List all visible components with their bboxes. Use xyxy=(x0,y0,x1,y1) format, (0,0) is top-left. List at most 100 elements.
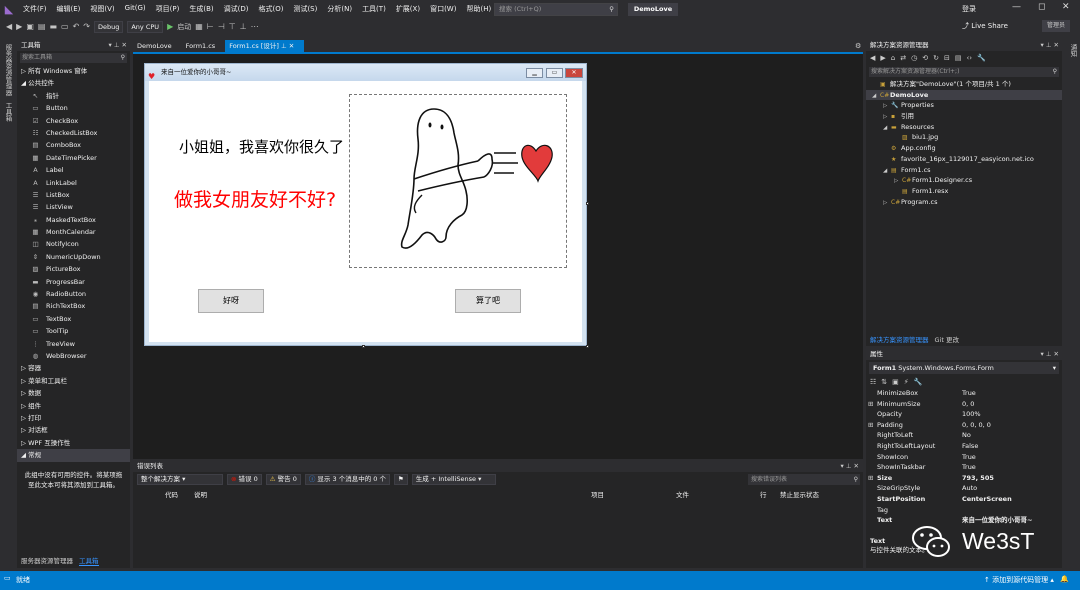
messages-filter-button[interactable]: ⓘ 显示 3 个消息中的 0 个 xyxy=(304,473,390,485)
property-value[interactable]: 793, 505 xyxy=(962,473,994,484)
align-left-icon[interactable]: ⊢ xyxy=(207,22,214,31)
property-row[interactable]: Tag xyxy=(866,505,1062,516)
property-row[interactable]: SizeGripStyle Auto xyxy=(866,483,1062,494)
back-icon[interactable]: ◀ xyxy=(870,54,875,62)
panel-controls-icon[interactable]: ▾ ⊥ ✕ xyxy=(1040,349,1059,360)
close-icon[interactable]: ✕ xyxy=(1062,2,1070,12)
toolbox-item[interactable]: ▦ DateTimePicker xyxy=(17,152,130,164)
column-project[interactable]: 项目 xyxy=(591,489,604,499)
vtab-server-explorer[interactable]: 服务器资源管理器 xyxy=(3,44,13,96)
error-list-search-input[interactable]: 搜索错误列表 ⚲ xyxy=(748,474,860,485)
toolbox-item[interactable]: ▬ ProgressBar xyxy=(17,276,130,288)
menu-item[interactable]: 分析(N) xyxy=(322,4,357,14)
search-input[interactable]: 搜索 (Ctrl+Q) ⚲ xyxy=(494,3,618,16)
form-close-icon[interactable]: ✕ xyxy=(565,68,583,78)
toolbox-item[interactable]: ↖ 指针 xyxy=(17,90,130,102)
toolbox-item[interactable]: ▤ ComboBox xyxy=(17,139,130,151)
menu-item[interactable]: Git(G) xyxy=(120,4,151,14)
property-row[interactable]: ShowIcon True xyxy=(866,452,1062,463)
same-size-icon[interactable]: ⊥ xyxy=(240,22,247,31)
save-all-icon[interactable]: ▭ xyxy=(61,22,69,31)
expand-icon[interactable]: ⊞ xyxy=(868,473,873,484)
properties-view-icon[interactable]: ▣ xyxy=(892,378,899,386)
picture-box[interactable] xyxy=(349,94,567,268)
toolbox-category[interactable]: ◢ 常规 xyxy=(17,449,130,462)
label-confession[interactable]: 小姐姐，我喜欢你很久了 xyxy=(179,136,344,157)
platform-dropdown[interactable]: Any CPU xyxy=(127,20,164,33)
categorized-icon[interactable]: ☷ xyxy=(870,378,876,386)
property-row[interactable]: ShowInTaskbar True xyxy=(866,462,1062,473)
property-value[interactable]: No xyxy=(962,430,971,441)
menu-item[interactable]: 文件(F) xyxy=(18,4,52,14)
toolbox-item[interactable]: ⋮ TreeView xyxy=(17,338,130,350)
form-window[interactable]: ♥ 来自一位爱你的小哥哥~ ▁ ▭ ✕ 小姐姐，我喜欢你很久了 做我女朋友好不好? xyxy=(144,63,587,346)
menu-item[interactable]: 格式(O) xyxy=(253,4,288,14)
forward-icon[interactable]: ▶ xyxy=(16,22,22,31)
toolbox-category[interactable]: ▷ 数据 xyxy=(17,387,130,399)
tree-item[interactable]: ▷ ▪ 引用 xyxy=(866,111,1062,122)
tree-item[interactable]: ▣ 解决方案"DemoLove"(1 个项目/共 1 个) xyxy=(866,79,1062,90)
visual-studio-logo-icon[interactable]: ◣ xyxy=(0,0,18,18)
toolbox-category[interactable]: ▷ 所有 Windows 窗体 xyxy=(17,65,130,77)
build-source-dropdown[interactable]: 生成 + IntelliSense ▾ xyxy=(411,473,496,485)
expand-icon[interactable]: ⊞ xyxy=(868,399,873,410)
menu-item[interactable]: 扩展(X) xyxy=(391,4,425,14)
pending-changes-icon[interactable]: ◷ xyxy=(911,54,917,62)
property-value[interactable]: True xyxy=(962,388,976,399)
expand-icon[interactable]: ⊞ xyxy=(868,420,873,431)
button-decline[interactable]: 算了吧 xyxy=(455,289,521,313)
column-file[interactable]: 文件 xyxy=(676,489,689,499)
toolbox-item[interactable]: ◉ RadioButton xyxy=(17,288,130,300)
refresh-icon[interactable]: ↻ xyxy=(933,54,939,62)
tree-item[interactable]: ⚙ App.config xyxy=(866,143,1062,154)
resize-handle-right[interactable] xyxy=(586,202,589,205)
tab-form1-cs[interactable]: Form1.cs xyxy=(182,40,226,52)
column-line[interactable]: 行 xyxy=(760,489,767,499)
column-code[interactable]: 代码 xyxy=(165,489,178,499)
tree-item[interactable]: ▤ Form1.resx xyxy=(866,186,1062,197)
toolbox-item[interactable]: ▭ Button xyxy=(17,102,130,114)
undo-icon[interactable]: ↶ xyxy=(73,22,80,31)
toolbox-item[interactable]: ☰ ListView xyxy=(17,201,130,213)
forward-icon[interactable]: ▶ xyxy=(880,54,885,62)
property-value[interactable]: False xyxy=(962,441,978,452)
property-row[interactable]: RightToLeftLayout False xyxy=(866,441,1062,452)
property-value[interactable]: 0, 0, 0, 0 xyxy=(962,420,991,431)
tree-item[interactable]: ★ favorite_16px_1129017_easyicon.net.ico xyxy=(866,154,1062,165)
tab-form1-designer[interactable]: Form1.cs [设计] ⊥ ✕ xyxy=(225,40,305,52)
tree-item[interactable]: ◢ ▬ Resources xyxy=(866,122,1062,133)
toolbox-category[interactable]: ▷ 组件 xyxy=(17,400,130,412)
warnings-filter-button[interactable]: ⚠ 警告 0 xyxy=(265,473,301,485)
tree-item[interactable]: ▷ C#Program.cs xyxy=(866,197,1062,208)
add-to-source-control-button[interactable]: ↑ 添加到源代码管理 ▴ xyxy=(984,575,1054,585)
toolbox-item[interactable]: ▭ TextBox xyxy=(17,313,130,325)
vtab-toolbox[interactable]: 工具箱 xyxy=(3,102,13,122)
scope-dropdown[interactable]: 整个解决方案 ▾ xyxy=(137,473,223,485)
toolbox-item[interactable]: ▨ PictureBox xyxy=(17,263,130,275)
properties-icon[interactable]: 🔧 xyxy=(977,54,986,62)
toolbox-item[interactable]: ◫ NotifyIcon xyxy=(17,238,130,250)
solution-search-input[interactable]: 搜索解决方案资源管理器(Ctrl+;) ⚲ xyxy=(869,67,1059,77)
events-icon[interactable]: ⚡ xyxy=(904,378,909,386)
panel-controls-icon[interactable]: ▾ ⊥ ✕ xyxy=(108,40,127,51)
property-value[interactable]: CenterScreen xyxy=(962,494,1012,505)
switch-views-icon[interactable]: ⇄ xyxy=(900,54,906,62)
menu-item[interactable]: 窗口(W) xyxy=(425,4,461,14)
property-value[interactable]: 0, 0 xyxy=(962,399,974,410)
toolbox-item[interactable]: ▤ RichTextBox xyxy=(17,300,130,312)
toolbox-item[interactable]: ▭ ToolTip xyxy=(17,325,130,337)
settings-icon[interactable]: ⚙ xyxy=(855,42,861,50)
home-icon[interactable]: ⌂ xyxy=(891,54,895,62)
toolbox-item[interactable]: A LinkLabel xyxy=(17,177,130,189)
menu-item[interactable]: 项目(P) xyxy=(151,4,185,14)
view-code-icon[interactable]: ‹› xyxy=(966,54,972,62)
login-link[interactable]: 登录 xyxy=(962,4,976,14)
align-right-icon[interactable]: ⊤ xyxy=(229,22,236,31)
button-accept[interactable]: 好呀 xyxy=(198,289,264,313)
live-share-button[interactable]: ⤴ Live Share xyxy=(962,21,1008,31)
menu-item[interactable]: 调试(D) xyxy=(219,4,254,14)
menu-item[interactable]: 测试(S) xyxy=(288,4,322,14)
toolbox-category[interactable]: ▷ 对话框 xyxy=(17,424,130,436)
column-description[interactable]: 说明 xyxy=(194,489,207,499)
open-icon[interactable]: ▤ xyxy=(38,22,46,31)
